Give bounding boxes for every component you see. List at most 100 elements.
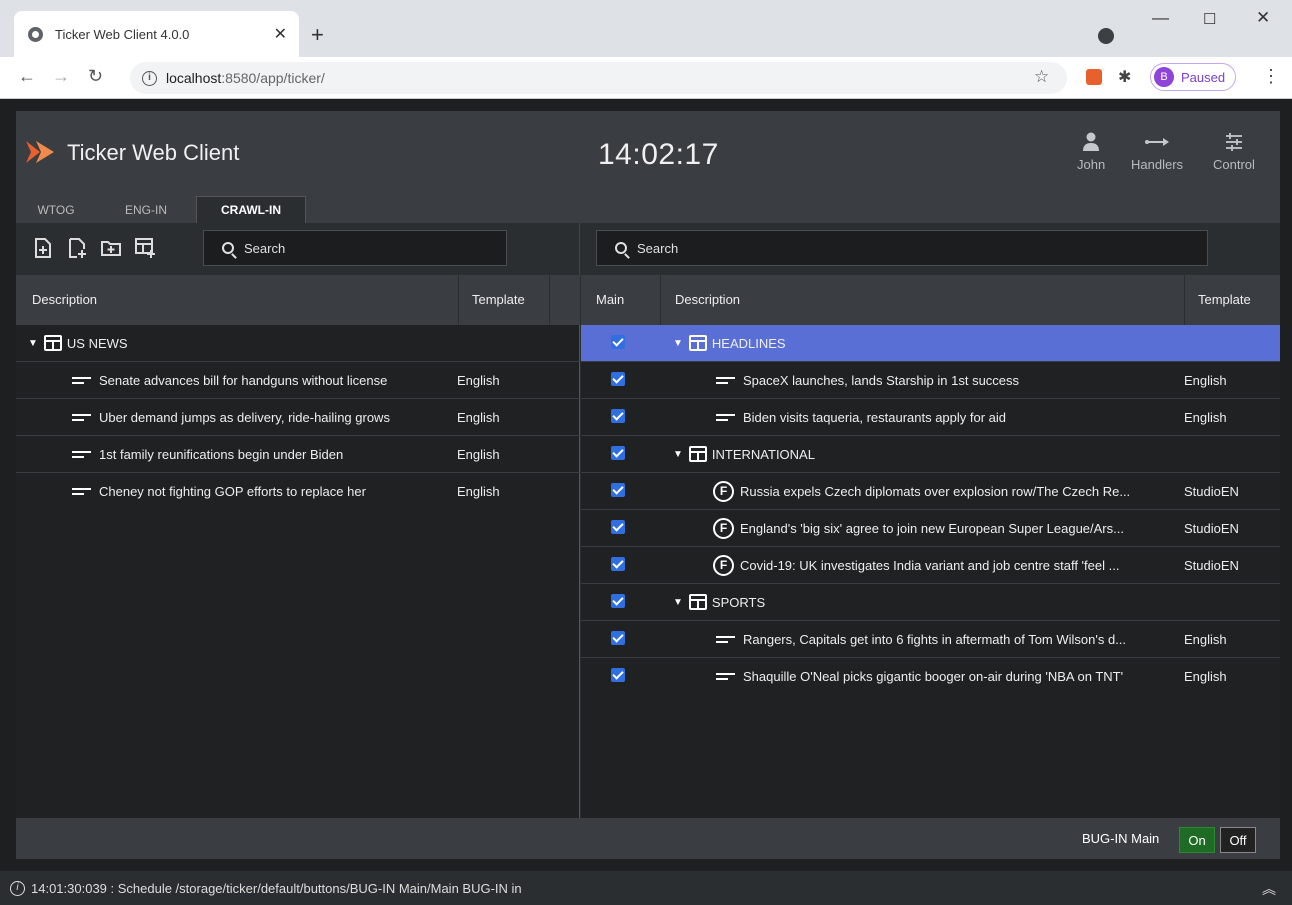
- tab-eng-in[interactable]: ENG-IN: [96, 196, 196, 223]
- feed-icon: F: [713, 554, 734, 576]
- new-tab-icon[interactable]: +: [311, 24, 324, 46]
- minimize-icon[interactable]: —: [1152, 8, 1169, 28]
- item-template: StudioEN: [1184, 520, 1239, 536]
- add-table-icon[interactable]: [134, 237, 156, 259]
- reload-icon[interactable]: ↻: [88, 66, 103, 87]
- globe-icon: [28, 26, 43, 42]
- item-template: English: [457, 446, 500, 462]
- left-search-placeholder: Search: [244, 240, 286, 256]
- main-checkbox[interactable]: [611, 483, 625, 497]
- list-item[interactable]: 1st family reunifications begin under Bi…: [16, 436, 580, 473]
- group-row-sports[interactable]: ▼ SPORTS: [581, 584, 1280, 621]
- url-host: localhost: [166, 70, 222, 86]
- forward-icon[interactable]: →: [52, 66, 70, 87]
- group-label: SPORTS: [711, 594, 766, 610]
- item-template: StudioEN: [1184, 483, 1239, 499]
- col-template[interactable]: Template: [472, 292, 525, 307]
- add-file-icon[interactable]: [32, 237, 54, 259]
- main-checkbox[interactable]: [611, 631, 625, 645]
- address-bar[interactable]: i localhost:8580/app/ticker/: [130, 62, 1067, 94]
- close-tab-icon[interactable]: ✕: [274, 24, 287, 44]
- puzzle-icon[interactable]: ✱: [1118, 67, 1131, 87]
- main-checkbox[interactable]: [611, 668, 625, 682]
- feed-icon: F: [713, 480, 734, 502]
- caret-down-icon[interactable]: ▼: [673, 338, 683, 349]
- browser-tab[interactable]: Ticker Web Client 4.0.0 ✕: [14, 11, 299, 57]
- tab-wtog[interactable]: WTOG: [26, 196, 86, 223]
- group-label: US NEWS: [66, 335, 128, 351]
- item-template: English: [457, 372, 500, 388]
- col-main[interactable]: Main: [596, 292, 624, 307]
- right-playlist: ▼ HEADLINES SpaceX launches, lands Stars…: [581, 325, 1280, 818]
- col-divider: [549, 275, 550, 325]
- list-item[interactable]: Cheney not fighting GOP efforts to repla…: [16, 473, 580, 510]
- table-icon: [688, 594, 707, 610]
- left-search-input[interactable]: Search: [203, 230, 507, 266]
- extension-icon[interactable]: [1086, 69, 1102, 85]
- app-title: Ticker Web Client: [67, 140, 240, 165]
- ticker-app: Ticker Web Client 14:02:17 John Handlers…: [16, 111, 1280, 859]
- user-label: John: [1077, 157, 1106, 172]
- app-header: Ticker Web Client 14:02:17 John Handlers…: [16, 111, 1280, 192]
- feed-icon: F: [713, 517, 734, 539]
- menu-icon[interactable]: ⋮: [1262, 66, 1280, 87]
- sliders-icon: [1225, 130, 1243, 154]
- left-column-header: Description Template: [16, 275, 580, 325]
- text-lines-icon: [716, 635, 735, 643]
- table-row[interactable]: F Covid-19: UK investigates India varian…: [581, 547, 1280, 584]
- table-row[interactable]: Shaquille O'Neal picks gigantic booger o…: [581, 658, 1280, 695]
- main-checkbox[interactable]: [611, 520, 625, 534]
- main-checkbox[interactable]: [611, 594, 625, 608]
- add-folder-icon[interactable]: [100, 237, 122, 259]
- list-item[interactable]: Senate advances bill for handguns withou…: [16, 362, 580, 399]
- chevron-up-icon[interactable]: ︽: [1262, 879, 1276, 899]
- table-row[interactable]: F England's 'big six' agree to join new …: [581, 510, 1280, 547]
- caret-down-icon[interactable]: ▼: [673, 449, 683, 460]
- item-template: English: [1184, 669, 1227, 684]
- table-icon: [43, 335, 62, 351]
- group-row-international[interactable]: ▼ INTERNATIONAL: [581, 436, 1280, 473]
- item-template: English: [1184, 631, 1227, 647]
- col-template[interactable]: Template: [1198, 292, 1251, 307]
- new-document-icon[interactable]: [66, 237, 88, 259]
- window-close-icon[interactable]: ✕: [1256, 8, 1270, 28]
- caret-down-icon[interactable]: ▼: [673, 597, 683, 608]
- avatar: B: [1154, 67, 1174, 87]
- text-lines-icon: [72, 376, 91, 384]
- caret-down-icon[interactable]: ▼: [28, 338, 38, 349]
- off-button[interactable]: Off: [1220, 827, 1256, 853]
- profile-button[interactable]: B Paused: [1150, 63, 1237, 91]
- group-row-headlines[interactable]: ▼ HEADLINES: [581, 325, 1280, 362]
- table-row[interactable]: F Russia expels Czech diplomats over exp…: [581, 473, 1280, 510]
- main-checkbox[interactable]: [611, 557, 625, 571]
- left-toolbar: Search: [16, 223, 580, 275]
- right-search-input[interactable]: Search: [596, 230, 1208, 266]
- extension-circle-icon[interactable]: [1098, 28, 1114, 44]
- control-label: Control: [1213, 157, 1255, 172]
- table-row[interactable]: SpaceX launches, lands Starship in 1st s…: [581, 362, 1280, 399]
- tab-crawl-in[interactable]: CRAWL-IN: [196, 196, 306, 223]
- control-button[interactable]: Control: [1213, 130, 1255, 172]
- on-button[interactable]: On: [1179, 827, 1215, 853]
- bookmark-star-icon[interactable]: ☆: [1034, 67, 1049, 87]
- user-button[interactable]: John: [1077, 130, 1105, 172]
- text-lines-icon: [72, 413, 91, 421]
- group-row-us-news[interactable]: ▼ US NEWS: [16, 325, 580, 362]
- text-lines-icon: [716, 673, 735, 680]
- col-divider: [660, 275, 661, 325]
- app-footer: BUG-IN Main On Off: [16, 818, 1280, 859]
- main-checkbox[interactable]: [611, 446, 625, 460]
- main-checkbox[interactable]: [611, 335, 625, 349]
- back-icon[interactable]: ←: [18, 66, 36, 87]
- maximize-icon[interactable]: ☐: [1203, 10, 1216, 28]
- col-description[interactable]: Description: [32, 292, 97, 307]
- main-checkbox[interactable]: [611, 372, 625, 386]
- col-description[interactable]: Description: [675, 292, 740, 307]
- handlers-button[interactable]: Handlers: [1131, 130, 1183, 172]
- list-item[interactable]: Uber demand jumps as delivery, ride-hail…: [16, 399, 580, 436]
- main-checkbox[interactable]: [611, 409, 625, 423]
- address-bar-row: ← → ↻ i localhost:8580/app/ticker/ ☆ ✱ B…: [0, 57, 1292, 99]
- site-info-icon[interactable]: i: [142, 70, 157, 86]
- table-row[interactable]: Biden visits taqueria, restaurants apply…: [581, 399, 1280, 436]
- table-row[interactable]: Rangers, Capitals get into 6 fights in a…: [581, 621, 1280, 658]
